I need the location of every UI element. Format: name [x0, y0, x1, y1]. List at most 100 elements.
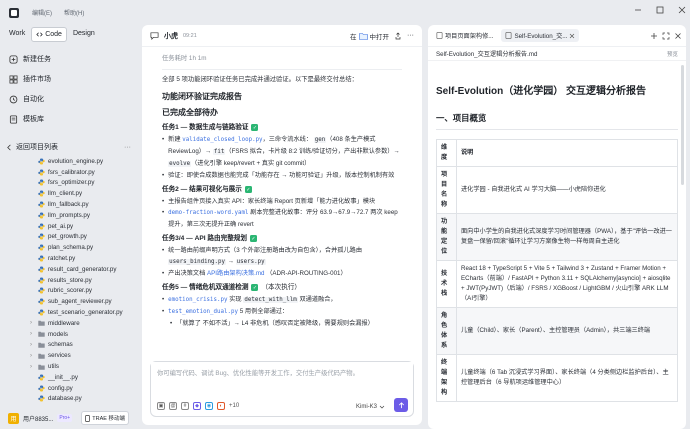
menu-help[interactable]: 帮助(H) [64, 8, 84, 17]
more-icon[interactable]: ··· [124, 144, 131, 151]
menu-edit[interactable]: 编辑(E) [32, 8, 52, 17]
tree-file[interactable]: sub_agent_reviewer.py [0, 296, 137, 307]
back-to-projects[interactable]: 返回项目列表 ··· [0, 141, 137, 153]
at-mention-icon[interactable]: @ [169, 402, 177, 410]
tree-file[interactable]: config.py [0, 383, 137, 394]
tree-item-label: result_card_generator.py [48, 265, 117, 273]
hash-icon[interactable]: # [181, 402, 189, 410]
close-panel-icon[interactable] [674, 32, 682, 40]
chat-header: 小虎 09:21 在 中打开 ··· [142, 25, 422, 47]
overview-table: 维度 说明 项目名称 进化学园 - 自我进化式 AI 学习大脑——小虎陪你进化 功能… [436, 139, 678, 402]
check-icon: ✓ [251, 124, 259, 132]
tree-file[interactable]: fsrs_optimizer.py [0, 178, 137, 189]
file-link[interactable]: validate_closed_loop.py [182, 137, 262, 143]
close-tab-icon[interactable] [569, 33, 575, 39]
browser-icon[interactable]: ◉ [205, 402, 213, 410]
tree-file[interactable]: rubric_scorer.py [0, 286, 137, 297]
file-link[interactable]: emotion_crisis.py [168, 297, 227, 303]
tree-file[interactable]: evolution_engine.py [0, 156, 137, 167]
tree-folder[interactable]: › utils [0, 361, 137, 372]
task5-heading: 任务5 — 情绪危机双通道检测 ✓ （本次执行） [162, 282, 402, 294]
nav-automation[interactable]: 自动化 [0, 89, 137, 109]
tree-folder[interactable]: › services [0, 350, 137, 361]
chevron-down-icon [379, 404, 385, 410]
task1-heading: 任务1 — 数据生成与链路验证 ✓ [162, 122, 402, 134]
doc-path-bar: Self-Evolution_交互逻辑分析报告.md 预览 [428, 47, 686, 61]
tree-file[interactable]: ratchet.py [0, 253, 137, 264]
nav-plugin-market-label: 插件市场 [23, 76, 51, 83]
file-link[interactable]: demo-fraction-word.yaml [168, 210, 248, 216]
tree-file[interactable]: pet_ai.py [0, 221, 137, 232]
table-header: 说明 [456, 139, 678, 167]
maximize-icon[interactable] [656, 6, 664, 14]
new-task-icon [8, 54, 18, 64]
side-nav: 新建任务 插件市场 自动化 模板库 [0, 49, 137, 129]
task1-bullet-1: 新建 validate_closed_loop.py，三命令流水线： gen（4… [162, 134, 402, 170]
tree-file[interactable]: database.py [0, 394, 137, 405]
preview-mode-label[interactable]: 预览 [667, 50, 678, 58]
doc-link[interactable]: API路由架构决策.md [207, 270, 264, 277]
table-cell-value: 儿童（Child）、家长（Parent）、主控管理员（Admin），共三端三终端 [456, 307, 678, 355]
tree-file[interactable]: __init__.py [0, 372, 137, 383]
table-cell-value: 进化学园 - 自我进化式 AI 学习大脑——小虎陪你进化 [456, 166, 678, 214]
tree-file[interactable]: test_scenario_generator.py [0, 307, 137, 318]
divider [436, 129, 678, 130]
tree-folder[interactable]: › schemas [0, 340, 137, 351]
image-upload-icon[interactable]: ▣ [157, 402, 165, 410]
open-in-button[interactable]: 在 中打开 [350, 31, 389, 41]
tree-item-label: llm_client.py [48, 190, 83, 198]
tree-folder[interactable]: › middleware [0, 318, 137, 329]
tree-file[interactable]: pet_growth.py [0, 232, 137, 243]
chat-panel: 小虎 09:21 在 中打开 ··· 任务耗时 1h 1m 全部 5 项功能闭环… [142, 25, 422, 425]
plugin-icon[interactable]: ◆ [193, 402, 201, 410]
task5-title: 任务5 — 情绪危机双通道检测 [162, 283, 249, 291]
nav-plugin-market[interactable]: 插件市场 [0, 69, 137, 89]
tree-folder[interactable]: › models [0, 329, 137, 340]
table-cell-value: React 18 + TypeScript 5 + Vite 5 + Tailw… [456, 260, 678, 308]
task1-title: 任务1 — 数据生成与链路验证 [162, 123, 249, 131]
avatar[interactable]: 用 [8, 412, 19, 424]
chevron-right-icon: › [30, 320, 32, 327]
mode-tab-design[interactable]: Design [69, 27, 99, 42]
doc-tab-architecture[interactable]: 项目页面架构修... [432, 29, 497, 42]
file-link[interactable]: test_emotion_dual.py [168, 309, 238, 315]
tree-file[interactable]: result_card_generator.py [0, 264, 137, 275]
expand-icon[interactable] [662, 32, 670, 40]
more-horizontal-icon[interactable]: ··· [407, 32, 414, 39]
nav-new-task-label: 新建任务 [23, 56, 51, 63]
minimize-icon[interactable] [634, 6, 642, 14]
tree-file[interactable]: llm_client.py [0, 188, 137, 199]
nav-template[interactable]: 模板库 [0, 109, 137, 129]
model-select[interactable]: Kimi-K3 [356, 404, 385, 410]
tree-item-label: services [48, 352, 71, 360]
tree-item-label: database.py [48, 395, 82, 403]
python-file-icon [38, 395, 45, 402]
python-file-icon [38, 385, 45, 392]
doc-section-heading: 一、项目概览 [436, 113, 487, 123]
mode-tab-code[interactable]: Code [31, 27, 67, 42]
scrollbar[interactable] [681, 65, 684, 185]
tree-file[interactable]: llm_fallback.py [0, 199, 137, 210]
share-icon[interactable] [394, 32, 402, 40]
doc-tab-self-evolution[interactable]: Self-Evolution_交... [501, 29, 580, 42]
tree-file[interactable]: results_store.py [0, 275, 137, 286]
tree-file[interactable]: plan_schema.py [0, 242, 137, 253]
nav-new-task[interactable]: 新建任务 [0, 49, 137, 69]
python-file-icon [38, 266, 45, 273]
composer-input[interactable] [151, 362, 413, 390]
task-elapsed: 任务耗时 1h 1m [162, 55, 207, 62]
folder-icon [38, 342, 45, 348]
check-icon: ✓ [250, 235, 257, 243]
mode-tab-work[interactable]: Work [5, 27, 29, 42]
window-controls [634, 6, 686, 14]
table-row: 角色体系 儿童（Child）、家长（Parent）、主控管理员（Admin），共三… [436, 307, 678, 355]
figma-icon[interactable]: ◐ [217, 402, 225, 410]
tree-item-label: __init__.py [48, 373, 78, 381]
tree-file[interactable]: fsrs_calibrator.py [0, 167, 137, 178]
trae-mobile-button[interactable]: TRAE 移动端 [81, 411, 129, 425]
more-tools-count[interactable]: +10 [229, 403, 239, 409]
tree-file[interactable]: llm_prompts.py [0, 210, 137, 221]
send-button[interactable] [394, 398, 408, 412]
close-icon[interactable] [678, 6, 686, 14]
add-tab-icon[interactable] [650, 32, 658, 40]
